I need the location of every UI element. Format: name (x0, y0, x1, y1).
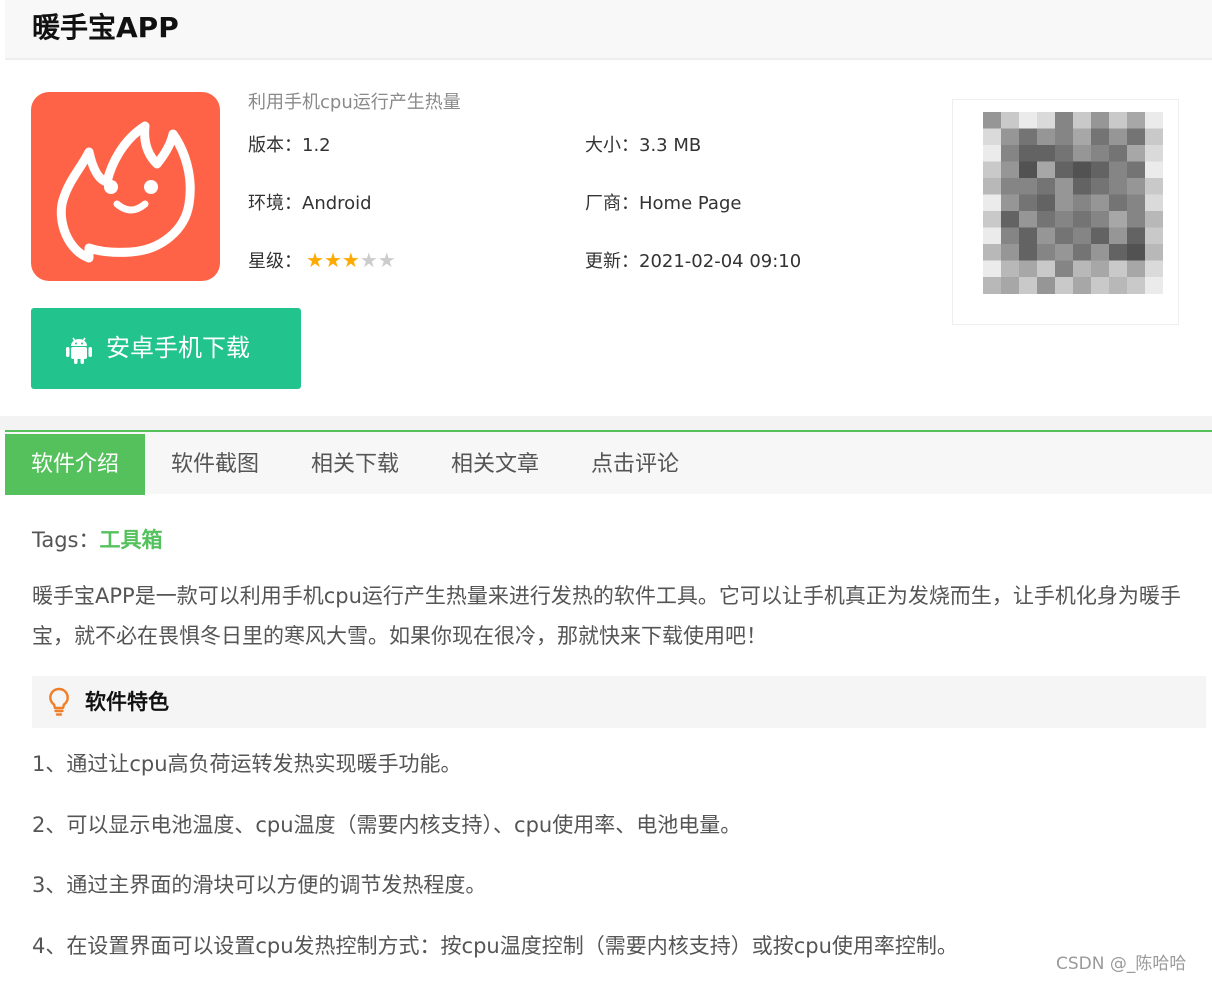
environment-field: 环境：Android (248, 192, 372, 216)
tab-intro[interactable]: 软件介绍 (5, 434, 145, 495)
feature-item: 4、在设置界面可以设置cpu发热控制方式：按cpu温度控制（需要内核支持）或按c… (32, 934, 958, 958)
size-field: 大小：3.3 MB (585, 134, 701, 158)
feature-item: 1、通过让cpu高负荷运转发热实现暖手功能。 (32, 752, 462, 776)
rating-label: 星级： (248, 251, 302, 272)
feature-item: 2、可以显示电池温度、cpu温度（需要内核支持）、cpu使用率、电池电量。 (32, 813, 742, 837)
tag-link[interactable]: 工具箱 (100, 528, 163, 552)
android-icon (65, 335, 93, 369)
tab-screenshots[interactable]: 软件截图 (145, 434, 285, 495)
star-empty-icon: ★ (377, 248, 396, 272)
android-download-button[interactable]: 安卓手机下载 (31, 308, 301, 389)
size-label: 大小： (585, 135, 639, 156)
section-divider (0, 416, 1212, 430)
updated-field: 更新：2021-02-04 09:10 (585, 250, 801, 274)
features-title: 软件特色 (85, 690, 169, 714)
intro-paragraph: 暖手宝APP是一款可以利用手机cpu运行产生热量来进行发热的软件工具。它可以让手… (32, 584, 1181, 648)
app-subtitle: 利用手机cpu运行产生热量 (248, 92, 461, 113)
rating-field: 星级： ★★★★★ (248, 250, 396, 274)
star-empty-icon: ★ (359, 248, 378, 272)
tags-line: Tags：工具箱 (32, 526, 163, 554)
tags-label: Tags： (32, 528, 100, 552)
tab-related-downloads[interactable]: 相关下载 (285, 434, 425, 495)
environment-label: 环境： (248, 193, 302, 214)
version-field: 版本：1.2 (248, 134, 331, 158)
watermark: CSDN @_陈哈哈 (1056, 954, 1187, 974)
vendor-value: Home Page (639, 193, 742, 214)
feature-item: 3、通过主界面的滑块可以方便的调节发热程度。 (32, 873, 487, 897)
environment-value: Android (302, 193, 372, 214)
size-value: 3.3 MB (639, 135, 702, 156)
features-header: 软件特色 (32, 676, 1206, 728)
vendor-field: 厂商：Home Page (585, 192, 741, 216)
tab-related-articles[interactable]: 相关文章 (425, 434, 565, 495)
title-bar: 暖手宝APP (5, 0, 1212, 60)
tab-comments[interactable]: 点击评论 (565, 434, 705, 495)
download-label: 安卓手机下载 (106, 334, 250, 362)
vendor-label: 厂商： (585, 193, 639, 214)
version-value: 1.2 (302, 135, 331, 156)
lightbulb-icon (48, 687, 70, 721)
updated-value: 2021-02-04 09:10 (639, 251, 802, 272)
star-filled-icon: ★ (341, 248, 360, 272)
qr-code (952, 99, 1179, 325)
page-title: 暖手宝APP (32, 11, 179, 44)
star-rating: ★★★★★ (306, 250, 396, 274)
flame-mascot-icon (31, 92, 220, 281)
tab-bar: 软件介绍 软件截图 相关下载 相关文章 点击评论 (5, 430, 1212, 495)
updated-label: 更新： (585, 251, 639, 272)
qr-code-image (983, 112, 1163, 294)
version-label: 版本： (248, 135, 302, 156)
star-filled-icon: ★ (306, 248, 324, 272)
star-filled-icon: ★ (323, 248, 342, 272)
